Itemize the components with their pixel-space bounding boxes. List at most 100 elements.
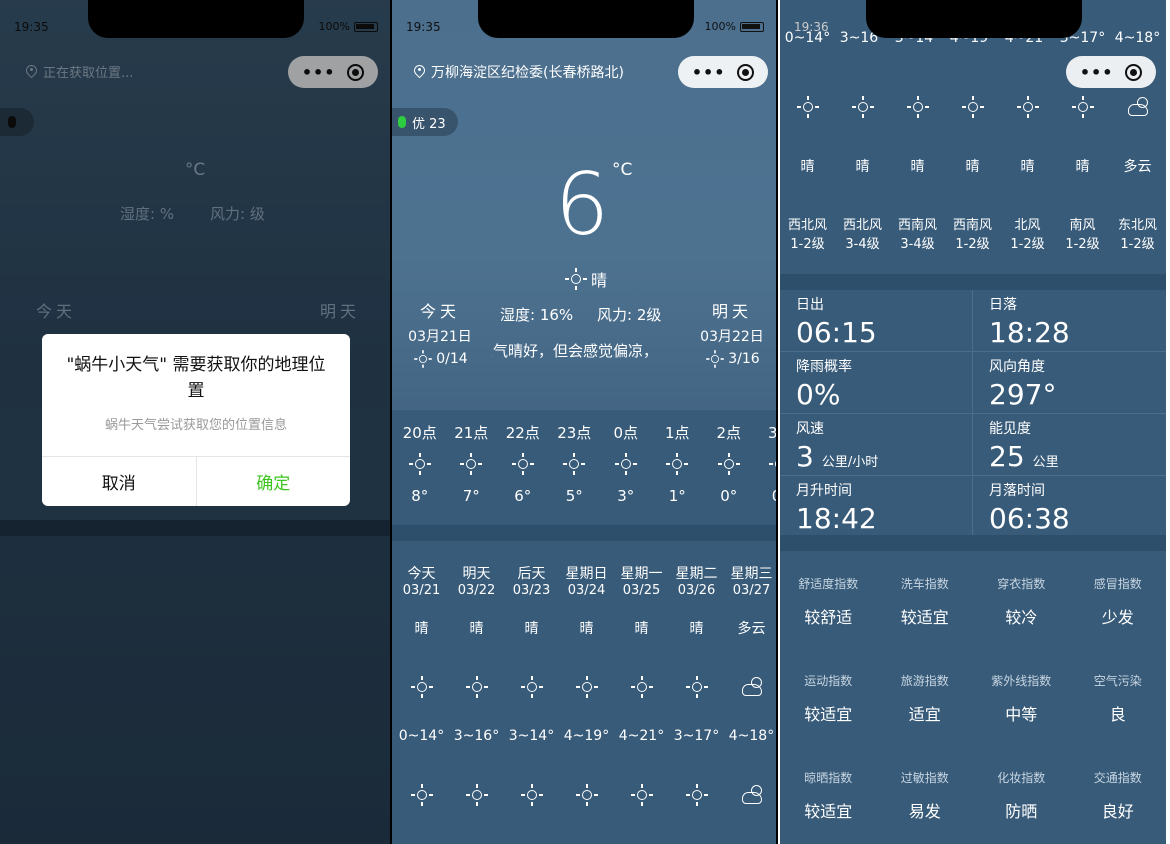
life-index[interactable]: 洗车指数 较适宜	[877, 551, 974, 648]
confirm-button[interactable]: 确定	[197, 457, 351, 506]
tomorrow-summary: 明天 03月22日 3/16	[692, 298, 772, 370]
hourly-item[interactable]: 20点 8°	[394, 410, 446, 505]
life-index-value: 较适宜	[804, 705, 853, 724]
daily-icon-wrap	[724, 676, 776, 700]
screen-weather-details: 0~14° 3~16° 3~14° 4~19° 4~21° 3~17° 4~18° 晴晴晴晴…	[780, 0, 1166, 844]
sun-icon	[666, 453, 689, 475]
life-index-value: 良好	[1101, 802, 1134, 821]
daily-day: 星期三	[730, 566, 773, 582]
detail-value-row: 297°	[989, 378, 1166, 412]
wind-level: 1-2级	[1065, 237, 1100, 252]
mini-program-capsule[interactable]: •••	[678, 56, 768, 88]
hourly-item[interactable]: 21点 7°	[446, 410, 498, 505]
life-index[interactable]: 化妆指数 防晒	[973, 745, 1070, 842]
detail-cell: 日落 18:28	[973, 290, 1166, 352]
detail-value-row: 06:15	[796, 316, 972, 350]
detail-value-row: 06:38	[989, 502, 1166, 536]
details-grid: 日出 06:15 日落 18:28 降雨概率 0% 风向角度 297° 风速 3 公里/小时 能见度 2…	[780, 290, 1166, 538]
more-icon[interactable]: •••	[1080, 63, 1114, 82]
daily-range: 3~14°	[508, 728, 555, 744]
aqi-badge[interactable]: 优 23	[392, 108, 458, 136]
sun-icon	[796, 96, 819, 118]
wind-direction: 西南风	[897, 218, 937, 233]
current-temperature: 6	[554, 155, 610, 255]
sun-icon	[410, 784, 433, 806]
wind-direction: 南风	[1069, 218, 1096, 233]
life-index[interactable]: 运动指数 较适宜	[780, 648, 877, 745]
divider	[780, 274, 1166, 290]
cancel-button[interactable]: 取消	[42, 457, 197, 506]
sun-icon	[408, 453, 431, 475]
detail-value-row: 0%	[796, 378, 972, 412]
aqi-dot	[398, 116, 406, 128]
wind-level: 1-2级	[1010, 237, 1045, 252]
daily-condition: 晴	[1020, 159, 1035, 175]
hourly-time: 0点	[613, 424, 639, 442]
location-row[interactable]: 万柳海淀区纪检委(长春桥路北)	[414, 62, 624, 82]
humidity-label: 湿度: 16%	[500, 306, 574, 324]
sun-icon	[685, 784, 708, 806]
life-index[interactable]: 交通指数 良好	[1070, 745, 1167, 842]
daily-condition: 晴	[910, 159, 925, 175]
daily-icon-wrap	[559, 676, 614, 700]
daily-range: 4~21°	[618, 728, 665, 744]
life-index[interactable]: 旅游指数 适宜	[877, 648, 974, 745]
daily-condition: 晴	[1075, 159, 1090, 175]
life-index[interactable]: 空气污染良	[1070, 648, 1167, 745]
life-index[interactable]: 晾晒指数 较适宜	[780, 745, 877, 842]
wind-label: 风力: 2级	[597, 306, 662, 324]
daily-range: 3~17°	[673, 728, 720, 744]
sun-icon	[961, 96, 984, 118]
life-index-name: 穿衣指数	[997, 577, 1046, 591]
hourly-item[interactable]: 22点 6°	[497, 410, 549, 505]
dialog-title: "蜗牛小天气" 需要获取你的地理位置	[66, 355, 326, 401]
sun-icon	[563, 453, 586, 475]
life-index[interactable]: 紫外线指数 中等	[973, 648, 1070, 745]
hourly-time: 20点	[402, 424, 437, 442]
detail-cell: 风速 3 公里/小时	[780, 414, 973, 476]
sun-icon	[564, 268, 587, 290]
hourly-item[interactable]: 0点 3°	[600, 410, 652, 505]
mini-program-capsule[interactable]: •••	[1066, 56, 1156, 88]
hourly-item[interactable]: 1点 1°	[652, 410, 704, 505]
daily-icon-wrap-2	[504, 784, 559, 808]
daily-icon-wrap	[614, 676, 669, 700]
cloud-icon	[740, 676, 764, 696]
hourly-temp: 0°	[720, 487, 738, 505]
hourly-time: 3点	[755, 422, 776, 443]
life-index[interactable]: 感冒指数 少发	[1070, 551, 1167, 648]
life-index[interactable]: 穿衣指数 较冷	[973, 551, 1070, 648]
hourly-item[interactable]: 23点 5°	[549, 410, 601, 505]
daily-condition: 晴	[579, 621, 594, 637]
hourly-item[interactable]: 2点 0°	[703, 410, 755, 505]
hourly-time: 2点	[716, 424, 742, 442]
detail-label: 风向角度	[989, 359, 1045, 375]
daily-wind: 西北风 3-4级	[835, 216, 890, 254]
location-text: 万柳海淀区纪检委(长春桥路北)	[431, 65, 624, 81]
sun-icon	[575, 784, 598, 806]
detail-label: 日落	[989, 297, 1017, 313]
sun-icon	[614, 453, 637, 475]
daily-range: 0~14°	[398, 728, 445, 744]
hourly-time: 22点	[505, 424, 540, 442]
sun-icon	[1071, 96, 1094, 118]
daily-icon-wrap	[890, 96, 945, 120]
daily-item: 明天 03/22 晴 3~16°	[449, 541, 504, 808]
hourly-item[interactable]: 3点 0°	[755, 410, 776, 505]
wind-direction: 西北风	[787, 218, 827, 233]
life-index[interactable]: 过敏指数 易发	[877, 745, 974, 842]
more-icon[interactable]: •••	[692, 63, 726, 82]
life-index[interactable]: 舒适度指数 较舒适	[780, 551, 877, 648]
hourly-forecast[interactable]: 20点 8° 21点 7° 22点 6° 23点 5° 0点 3° 1点 1° 2点 0° 3点 0°	[392, 410, 776, 525]
close-target-icon[interactable]	[1125, 63, 1143, 81]
daily-forecast-continued: 0~14° 3~16° 3~14° 4~19° 4~21° 3~17° 4~18° 晴晴晴晴…	[780, 0, 1166, 260]
temperature-unit: °C	[612, 160, 633, 180]
life-index-value: 少发	[1101, 608, 1134, 627]
life-index-name: 运动指数	[804, 674, 853, 688]
location-pin-icon	[414, 65, 425, 79]
daily-wind: 西北风 1-2级	[780, 216, 835, 254]
detail-value-row: 18:42	[796, 502, 972, 536]
wind-direction: 西南风	[952, 218, 992, 233]
close-target-icon[interactable]	[737, 63, 755, 81]
hourly-temp: 8°	[411, 487, 429, 505]
